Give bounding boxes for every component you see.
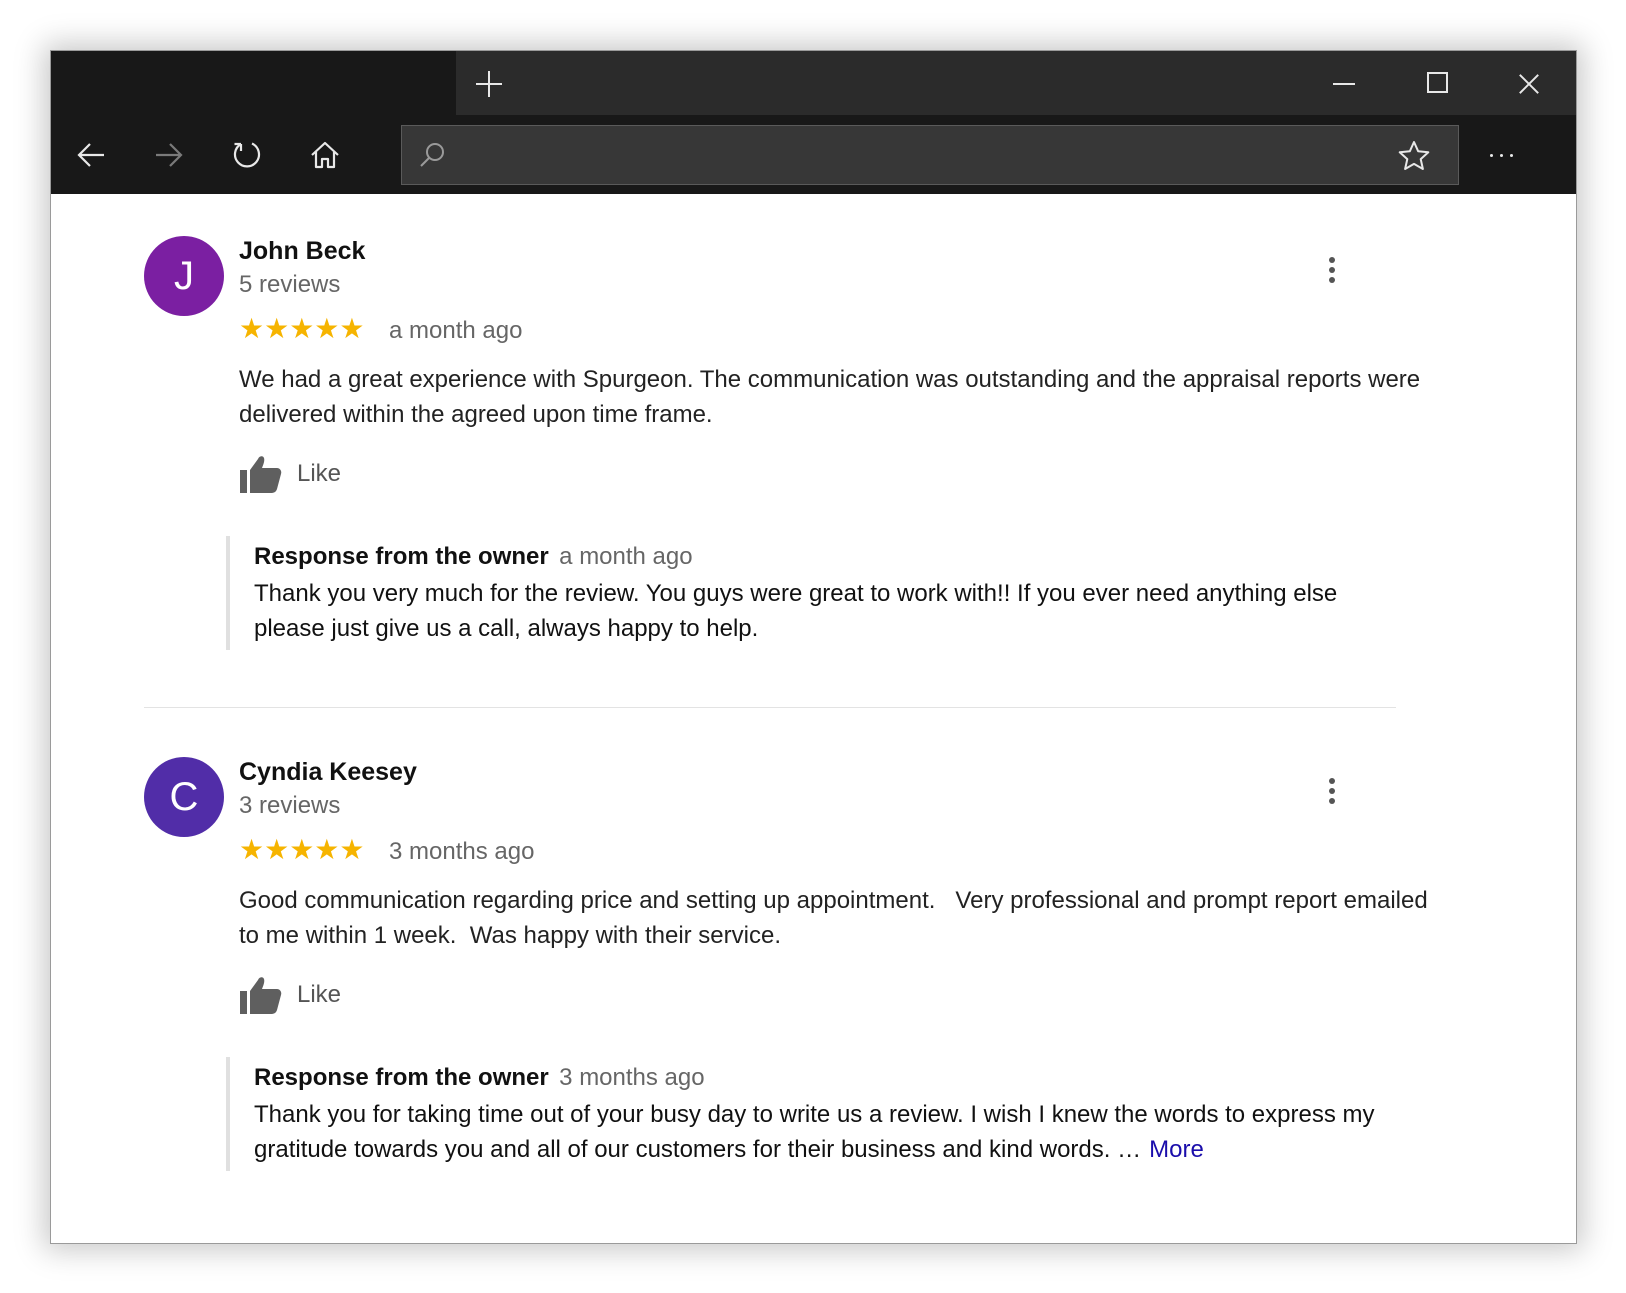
more-link[interactable]: More bbox=[1149, 1136, 1204, 1163]
kebab-dot-icon bbox=[1329, 788, 1335, 794]
star-rating: ★★★★★ bbox=[239, 314, 365, 344]
reviewer-name[interactable]: Cyndia Keesey bbox=[239, 757, 417, 787]
new-tab-button[interactable] bbox=[456, 51, 522, 115]
navigation-bar bbox=[51, 115, 1576, 194]
owner-response-title: Response from the owner bbox=[254, 543, 549, 570]
refresh-icon bbox=[233, 142, 261, 168]
kebab-dot-icon bbox=[1329, 778, 1335, 784]
minimize-button[interactable] bbox=[1299, 51, 1391, 115]
review-count: 5 reviews bbox=[239, 271, 341, 298]
reviewer-name[interactable]: John Beck bbox=[239, 236, 365, 266]
arrow-left-icon bbox=[77, 143, 104, 167]
owner-response: Response from the owner a month ago Than… bbox=[226, 536, 1410, 650]
kebab-dot-icon bbox=[1329, 277, 1335, 283]
review-divider bbox=[144, 707, 1396, 708]
address-input[interactable] bbox=[458, 134, 1382, 178]
owner-response-time: a month ago bbox=[559, 543, 693, 570]
avatar[interactable]: C bbox=[144, 757, 224, 837]
star-outline-icon bbox=[1398, 141, 1430, 170]
browser-window: J John Beck 5 reviews ★★★★★ a month ago … bbox=[50, 50, 1577, 1244]
like-label: Like bbox=[297, 460, 342, 487]
address-bar[interactable] bbox=[401, 125, 1459, 185]
like-button[interactable]: Like bbox=[239, 452, 341, 496]
like-button[interactable]: Like bbox=[239, 973, 341, 1017]
kebab-dot-icon bbox=[1329, 257, 1335, 263]
owner-response-text: Thank you for taking time out of your bu… bbox=[254, 1101, 1375, 1163]
favorite-button[interactable] bbox=[1392, 134, 1436, 178]
star-rating-stars: ★★★★★ bbox=[239, 313, 365, 344]
maximize-button[interactable] bbox=[1391, 51, 1483, 115]
review-count: 3 reviews bbox=[239, 792, 341, 819]
back-button[interactable] bbox=[61, 125, 121, 185]
owner-response-header: Response from the owner 3 months ago bbox=[254, 1063, 705, 1096]
star-rating: ★★★★★ bbox=[239, 835, 365, 865]
owner-response: Response from the owner 3 months ago Tha… bbox=[226, 1057, 1410, 1171]
review-time: 3 months ago bbox=[389, 838, 535, 865]
ellipsis-dot-icon bbox=[1499, 153, 1503, 157]
review-time: a month ago bbox=[389, 317, 523, 344]
refresh-button[interactable] bbox=[217, 125, 277, 185]
close-window-button[interactable] bbox=[1483, 51, 1575, 115]
review-text: Good communication regarding price and s… bbox=[239, 887, 1435, 949]
review-options-button[interactable] bbox=[1314, 769, 1350, 813]
thumbs-up-icon bbox=[240, 456, 282, 493]
settings-more-button[interactable] bbox=[1466, 125, 1536, 185]
page-content: J John Beck 5 reviews ★★★★★ a month ago … bbox=[51, 194, 1576, 1243]
home-icon bbox=[311, 141, 339, 169]
review-options-button[interactable] bbox=[1314, 248, 1350, 292]
arrow-right-icon bbox=[156, 143, 183, 167]
avatar[interactable]: J bbox=[144, 236, 224, 316]
ellipsis-dot-icon bbox=[1509, 153, 1513, 157]
review-text: We had a great experience with Spurgeon.… bbox=[239, 366, 1427, 428]
like-label: Like bbox=[297, 981, 342, 1008]
owner-response-text: Thank you very much for the review. You … bbox=[254, 580, 1338, 642]
owner-response-header: Response from the owner a month ago bbox=[254, 542, 693, 575]
forward-button[interactable] bbox=[139, 125, 199, 185]
title-bar bbox=[51, 51, 1576, 115]
owner-response-title: Response from the owner bbox=[254, 1064, 549, 1091]
home-button[interactable] bbox=[295, 125, 355, 185]
star-rating-stars: ★★★★★ bbox=[239, 834, 365, 865]
owner-response-time: 3 months ago bbox=[559, 1064, 705, 1091]
thumbs-up-icon bbox=[240, 977, 282, 1014]
search-icon bbox=[420, 143, 444, 167]
kebab-dot-icon bbox=[1329, 798, 1335, 804]
ellipsis-dot-icon bbox=[1489, 153, 1493, 157]
owner-response-text-block: Thank you for taking time out of your bu… bbox=[254, 1097, 1414, 1167]
kebab-dot-icon bbox=[1329, 267, 1335, 273]
